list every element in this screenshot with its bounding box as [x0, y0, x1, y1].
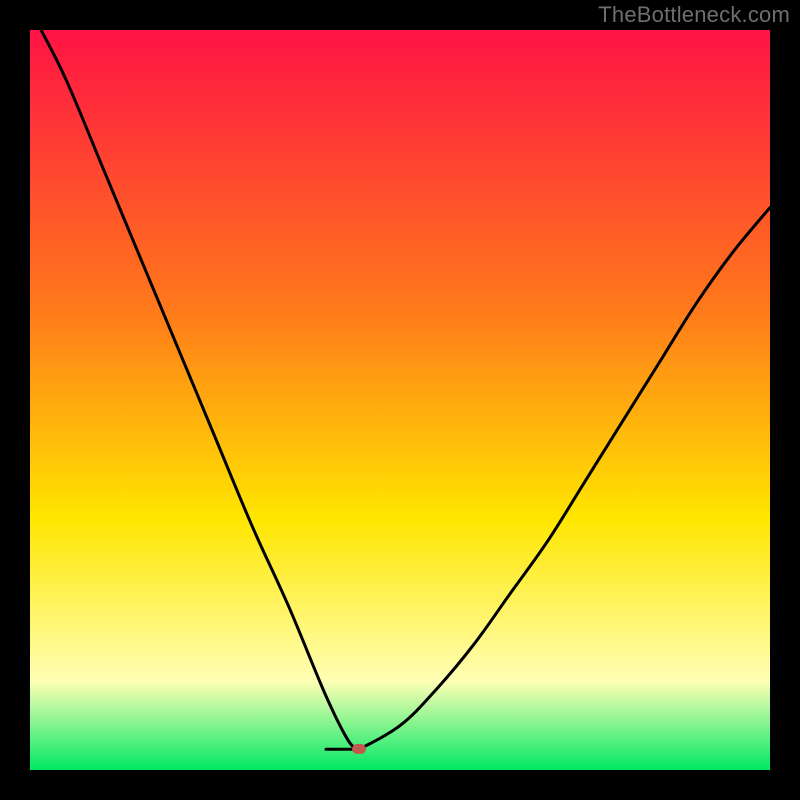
plot-area: [30, 30, 770, 770]
chart-frame: TheBottleneck.com: [0, 0, 800, 800]
watermark-text: TheBottleneck.com: [598, 2, 790, 28]
gradient-background: [30, 30, 770, 770]
optimum-marker: [352, 744, 366, 754]
plot-svg: [30, 30, 770, 770]
